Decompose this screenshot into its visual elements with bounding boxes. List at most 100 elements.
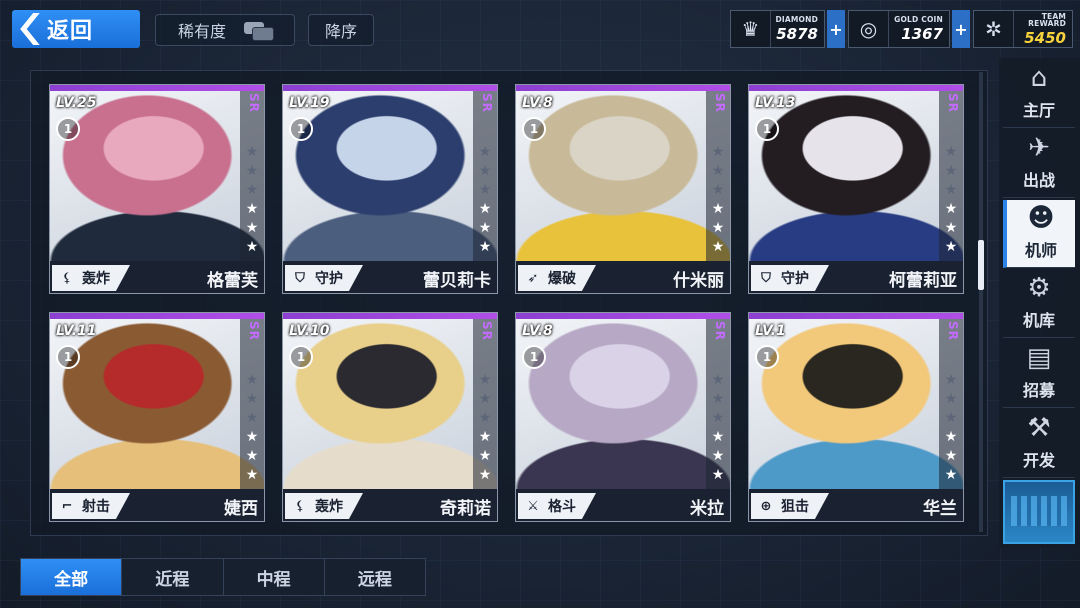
- team-reward-icon: ✲: [974, 11, 1014, 47]
- star-icon: ★: [245, 182, 259, 198]
- pilot-card[interactable]: LV.25 1 SR ★ ★ ★ ★ ★ ★ ⚸ 轰炸 格蕾芙: [49, 84, 265, 294]
- nav-item-pilot[interactable]: ☻ 机师: [1003, 200, 1075, 268]
- gold-coin-counter: ◎ GOLD COIN 1367: [848, 10, 950, 48]
- pilot-name: 格蕾芙: [207, 270, 258, 291]
- sort-rarity-button[interactable]: 稀有度: [155, 14, 295, 46]
- pilot-footer: ⊕ 狙击 华兰: [749, 489, 963, 521]
- pilot-footer: ⌐ 射击 婕西: [50, 489, 264, 521]
- pilot-name: 米拉: [690, 498, 724, 519]
- add-gold-button[interactable]: +: [952, 10, 970, 48]
- pilot-card[interactable]: LV.13 1 SR ★ ★ ★ ★ ★ ★ ⛉ 守护 柯蕾莉亚: [748, 84, 964, 294]
- back-button[interactable]: 返回: [12, 10, 140, 48]
- add-diamond-button[interactable]: +: [827, 10, 845, 48]
- recruit-icon: ▤: [1026, 343, 1052, 373]
- star-rating: ★ ★ ★ ★ ★ ★: [244, 371, 260, 484]
- pilot-icon: ☻: [1027, 203, 1055, 233]
- tab-all[interactable]: 全部: [21, 559, 123, 595]
- star-icon: ★: [478, 410, 492, 426]
- hall-icon: ⌂: [1030, 63, 1048, 93]
- develop-icon: ⚒: [1027, 413, 1051, 443]
- star-icon: ★: [711, 448, 725, 464]
- role-tag: ➶ 爆破: [518, 265, 596, 291]
- role-tag: ⌐ 射击: [52, 493, 130, 519]
- rarity-label: SR: [247, 93, 261, 113]
- pilot-level: LV.19: [289, 95, 330, 111]
- mortar-icon: ⚸: [62, 270, 72, 286]
- star-icon: ★: [245, 201, 259, 217]
- star-icon: ★: [944, 144, 958, 160]
- rarity-label: SR: [713, 321, 727, 341]
- sort-label: 稀有度: [178, 22, 227, 41]
- nav-item-recruit[interactable]: ▤ 招募: [1003, 340, 1075, 408]
- star-icon: ★: [944, 372, 958, 388]
- pilot-name: 柯蕾莉亚: [889, 270, 957, 291]
- tab-mid-range[interactable]: 中程: [224, 559, 325, 595]
- pilot-card[interactable]: LV.8 1 SR ★ ★ ★ ★ ★ ★ ➶ 爆破 什米丽: [515, 84, 731, 294]
- star-icon: ★: [711, 391, 725, 407]
- team-reward-counter: ✲ TEAM REWARD 5450: [973, 10, 1073, 48]
- nav-item-hangar[interactable]: ⚙ 机库: [1003, 270, 1075, 338]
- role-tag: ⛉ 守护: [751, 265, 829, 291]
- range-filter-tabs: 全部 近程 中程 远程: [20, 558, 426, 596]
- star-icon: ★: [478, 182, 492, 198]
- star-icon: ★: [245, 144, 259, 160]
- star-icon: ★: [944, 391, 958, 407]
- nav-item-develop[interactable]: ⚒ 开发: [1003, 410, 1075, 478]
- pilot-card[interactable]: LV.11 1 SR ★ ★ ★ ★ ★ ★ ⌐ 射击 婕西: [49, 312, 265, 522]
- star-icon: ★: [711, 239, 725, 255]
- pilot-portrait: [749, 85, 963, 261]
- star-icon: ★: [944, 410, 958, 426]
- star-icon: ★: [944, 429, 958, 445]
- minimap-button[interactable]: [1003, 480, 1075, 544]
- scrollbar-track[interactable]: [979, 72, 983, 532]
- pilot-card[interactable]: LV.8 1 SR ★ ★ ★ ★ ★ ★ ⚔ 格斗 米拉: [515, 312, 731, 522]
- rarity-label: SR: [480, 321, 494, 341]
- role-label: 狙击: [781, 499, 809, 515]
- rarity-label: SR: [946, 93, 960, 113]
- role-label: 射击: [82, 499, 110, 515]
- pilot-footer: ⚸ 轰炸 格蕾芙: [50, 261, 264, 293]
- star-rating: ★ ★ ★ ★ ★ ★: [710, 143, 726, 256]
- role-label: 轰炸: [315, 499, 343, 515]
- pilot-footer: ➶ 爆破 什米丽: [516, 261, 730, 293]
- star-icon: ★: [944, 163, 958, 179]
- nav-item-hall[interactable]: ⌂ 主厅: [1003, 60, 1075, 128]
- star-icon: ★: [944, 182, 958, 198]
- star-icon: ★: [245, 163, 259, 179]
- star-icon: ★: [711, 144, 725, 160]
- role-label: 轰炸: [82, 271, 110, 287]
- pilot-portrait: [283, 85, 497, 261]
- rank-badge: 1: [755, 117, 779, 141]
- rarity-label: SR: [946, 321, 960, 341]
- scrollbar-thumb[interactable]: [978, 240, 984, 290]
- rifle-icon: ⌐: [61, 498, 73, 514]
- sort-order-button[interactable]: 降序: [308, 14, 374, 46]
- pilot-card[interactable]: LV.1 1 SR ★ ★ ★ ★ ★ ★ ⊕ 狙击 华兰: [748, 312, 964, 522]
- tab-short-range[interactable]: 近程: [122, 559, 224, 595]
- rank-badge: 1: [522, 345, 546, 369]
- star-rating: ★ ★ ★ ★ ★ ★: [943, 143, 959, 256]
- star-icon: ★: [944, 467, 958, 483]
- role-tag: ⚔ 格斗: [518, 493, 596, 519]
- pilot-footer: ⛉ 守护 蕾贝莉卡: [283, 261, 497, 293]
- star-icon: ★: [478, 239, 492, 255]
- pilot-footer: ⛉ 守护 柯蕾莉亚: [749, 261, 963, 293]
- pilot-card[interactable]: LV.19 1 SR ★ ★ ★ ★ ★ ★ ⛉ 守护 蕾贝莉卡: [282, 84, 498, 294]
- team-reward-value: 5450: [1024, 28, 1066, 47]
- gold-coin-icon: ◎: [849, 11, 889, 47]
- role-tag: ⚸ 轰炸: [52, 265, 130, 291]
- star-icon: ★: [711, 372, 725, 388]
- tab-long-range[interactable]: 远程: [325, 559, 425, 595]
- chevron-left-icon: [20, 13, 40, 45]
- nav-item-sortie[interactable]: ✈ 出战: [1003, 130, 1075, 198]
- sniper-icon: ⊕: [760, 498, 772, 514]
- pilot-card[interactable]: LV.10 1 SR ★ ★ ★ ★ ★ ★ ⚸ 轰炸 奇莉诺: [282, 312, 498, 522]
- rarity-label: SR: [713, 93, 727, 113]
- role-label: 守护: [781, 271, 809, 287]
- pilot-name: 婕西: [224, 498, 258, 519]
- nav-label: 主厅: [1022, 101, 1055, 120]
- pilot-portrait: [50, 85, 264, 261]
- mortar-icon: ⚸: [295, 498, 305, 514]
- star-rating: ★ ★ ★ ★ ★ ★: [477, 143, 493, 256]
- star-icon: ★: [245, 239, 259, 255]
